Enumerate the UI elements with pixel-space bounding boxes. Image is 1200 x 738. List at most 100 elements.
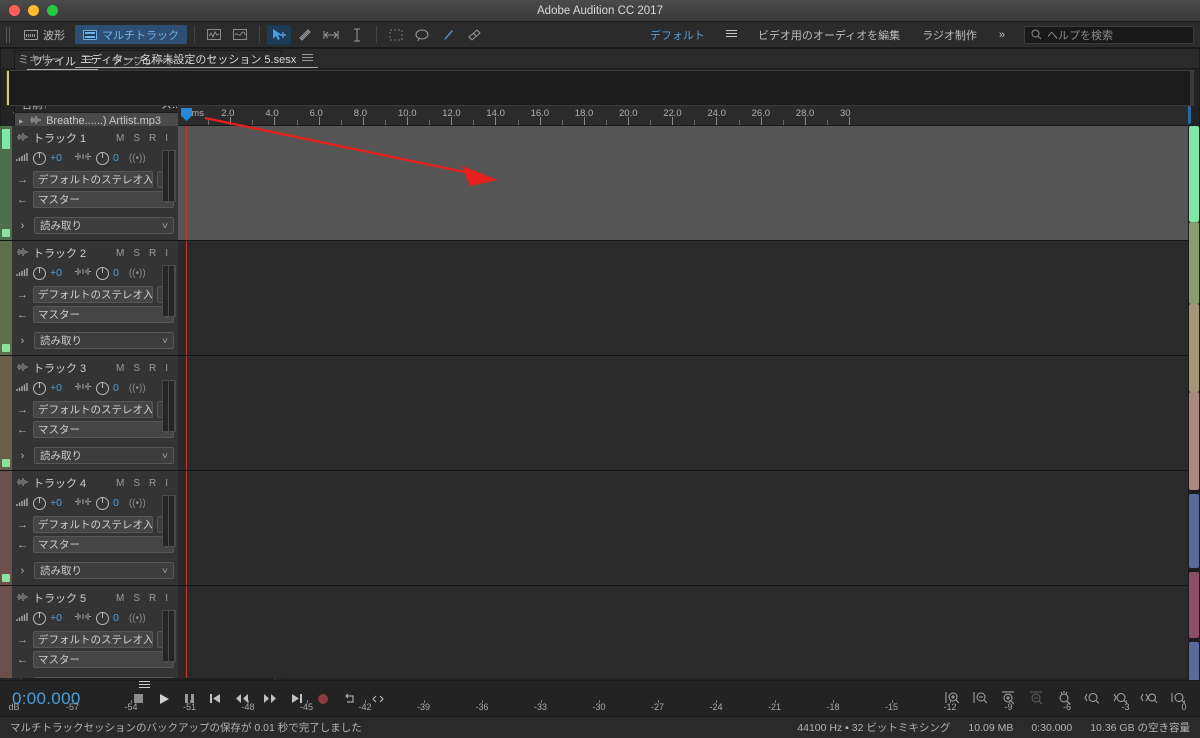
track-input-select[interactable]: デフォルトのステレオ入› (33, 516, 153, 533)
track-input-monitor-button[interactable]: I (165, 593, 168, 604)
track-color-strip[interactable] (0, 356, 12, 470)
track-record-button[interactable]: R (149, 478, 156, 489)
track-color-strip[interactable] (0, 241, 12, 355)
track-mute-button[interactable]: M (116, 133, 124, 144)
track-row[interactable]: トラック 4MSRI+00((•))→デフォルトのステレオ入›∅←マスター››読… (0, 471, 1188, 586)
workspace-radio[interactable]: ラジオ制作 (911, 24, 988, 46)
pan-value[interactable]: 0 (113, 152, 119, 164)
track-record-button[interactable]: R (149, 593, 156, 604)
track-name[interactable]: トラック 1 (33, 130, 113, 146)
pan-value[interactable]: 0 (113, 497, 119, 509)
slip-tool-icon[interactable] (293, 25, 317, 45)
track-mute-button[interactable]: M (116, 593, 124, 604)
pan-knob[interactable] (95, 266, 109, 280)
volume-value[interactable]: +0 (50, 497, 62, 509)
pan-value[interactable]: 0 (113, 382, 119, 394)
volume-value[interactable]: +0 (50, 267, 62, 279)
track-mute-button[interactable]: M (116, 363, 124, 374)
track-scrollbar-segment[interactable] (1189, 392, 1199, 490)
lasso-selection-icon[interactable] (410, 25, 434, 45)
track-clip-area[interactable] (178, 126, 1188, 240)
automation-mode-select[interactable]: 読み取り˅ (34, 562, 174, 579)
automation-expand-icon[interactable]: › (16, 565, 29, 577)
pan-knob[interactable] (95, 381, 109, 395)
timeline-ruler[interactable]: hms 2.0 4.0 6.0 8.0 10.0 12.0 14.0 16.0 18.0 20.0 2… (178, 106, 1188, 126)
track-clip-area[interactable] (178, 356, 1188, 470)
workspace-menu-icon[interactable] (725, 30, 737, 39)
track-solo-button[interactable]: S (133, 248, 140, 259)
track-row[interactable]: トラック 1MSRI+00((•))→デフォルトのステレオ入›∅←マスター››読… (0, 126, 1188, 241)
track-input-monitor-button[interactable]: I (165, 248, 168, 259)
track-scrollbar-segment[interactable] (1189, 222, 1199, 304)
track-scrollbar-segment[interactable] (1189, 572, 1199, 638)
toolbar-grip[interactable] (6, 26, 11, 43)
level-meter-clip-indicator[interactable] (7, 71, 9, 105)
track-solo-button[interactable]: S (133, 363, 140, 374)
pan-value[interactable]: 0 (113, 612, 119, 624)
automation-mode-select[interactable]: 読み取り˅ (34, 447, 174, 464)
track-clip-area[interactable] (178, 471, 1188, 585)
help-search-input[interactable]: ヘルプを検索 (1024, 25, 1194, 44)
tracks-vertical-scrollbar[interactable] (1188, 126, 1200, 722)
move-tool-icon[interactable] (267, 24, 291, 45)
volume-knob[interactable] (33, 381, 46, 395)
track-row[interactable]: トラック 3MSRI+00((•))→デフォルトのステレオ入›∅←マスター››読… (0, 356, 1188, 471)
playhead-marker-icon[interactable] (181, 108, 192, 121)
track-row[interactable]: トラック 5MSRI+00((•))→デフォルトのステレオ入›∅←マスター››読… (0, 586, 1188, 678)
track-scrollbar-segment[interactable] (1189, 304, 1199, 392)
track-color-strip[interactable] (0, 126, 12, 240)
tab-editor[interactable]: エディター: 名称未設定のセッション 5.sesx (71, 49, 322, 69)
track-mute-button[interactable]: M (116, 248, 124, 259)
track-scrollbar-segment[interactable] (1189, 494, 1199, 568)
volume-value[interactable]: +0 (50, 382, 62, 394)
waveform-mode-button[interactable]: 波形 (16, 25, 73, 44)
automation-expand-icon[interactable]: › (16, 450, 29, 462)
track-input-monitor-button[interactable]: I (165, 363, 168, 374)
marquee-selection-icon[interactable] (384, 25, 408, 45)
volume-knob[interactable] (33, 151, 46, 165)
tab-mixer[interactable]: ミキサー (9, 49, 71, 69)
track-input-select[interactable]: デフォルトのステレオ入› (33, 171, 153, 188)
track-color-strip[interactable] (0, 586, 12, 678)
track-input-monitor-button[interactable]: I (165, 478, 168, 489)
automation-expand-icon[interactable]: › (16, 335, 29, 347)
track-output-select[interactable]: マスター› (33, 651, 174, 668)
workspace-video-audio[interactable]: ビデオ用のオーディオを編集 (747, 24, 911, 46)
pan-knob[interactable] (95, 496, 109, 510)
automation-mode-select[interactable]: 読み取り˅ (34, 332, 174, 349)
workspace-default[interactable]: デフォルト (639, 24, 716, 46)
automation-mode-select[interactable]: 読み取り˅ (34, 217, 174, 234)
track-record-button[interactable]: R (149, 133, 156, 144)
track-name[interactable]: トラック 3 (33, 360, 113, 376)
track-name[interactable]: トラック 5 (33, 590, 113, 606)
track-output-select[interactable]: マスター› (33, 421, 174, 438)
essential-sound-menu-icon[interactable] (139, 681, 150, 690)
volume-knob[interactable] (33, 611, 46, 625)
track-output-select[interactable]: マスター› (33, 191, 174, 208)
spectral-pitch-icon[interactable] (228, 25, 252, 45)
track-output-select[interactable]: マスター› (33, 306, 174, 323)
track-scrollbar-segment[interactable] (1189, 126, 1199, 222)
volume-value[interactable]: +0 (50, 152, 62, 164)
track-name[interactable]: トラック 2 (33, 245, 113, 261)
track-record-button[interactable]: R (149, 248, 156, 259)
track-clip-area[interactable] (178, 586, 1188, 678)
volume-knob[interactable] (33, 496, 46, 510)
pan-value[interactable]: 0 (113, 267, 119, 279)
pan-knob[interactable] (95, 151, 109, 165)
track-solo-button[interactable]: S (133, 133, 140, 144)
track-solo-button[interactable]: S (133, 478, 140, 489)
workspace-more-button[interactable]: » (988, 24, 1016, 46)
multitrack-mode-button[interactable]: マルチトラック (75, 25, 187, 44)
automation-mode-select[interactable]: 読み取り˅ (34, 677, 174, 678)
track-input-select[interactable]: デフォルトのステレオ入› (33, 631, 153, 648)
time-selection-icon[interactable] (319, 25, 343, 45)
paintbrush-selection-icon[interactable] (436, 25, 460, 45)
track-solo-button[interactable]: S (133, 593, 140, 604)
text-cursor-icon[interactable] (345, 25, 369, 45)
automation-expand-icon[interactable]: › (16, 220, 29, 232)
track-input-select[interactable]: デフォルトのステレオ入› (33, 401, 153, 418)
track-clip-area[interactable] (178, 241, 1188, 355)
spectral-frequency-icon[interactable] (202, 25, 226, 45)
track-name[interactable]: トラック 4 (33, 475, 113, 491)
